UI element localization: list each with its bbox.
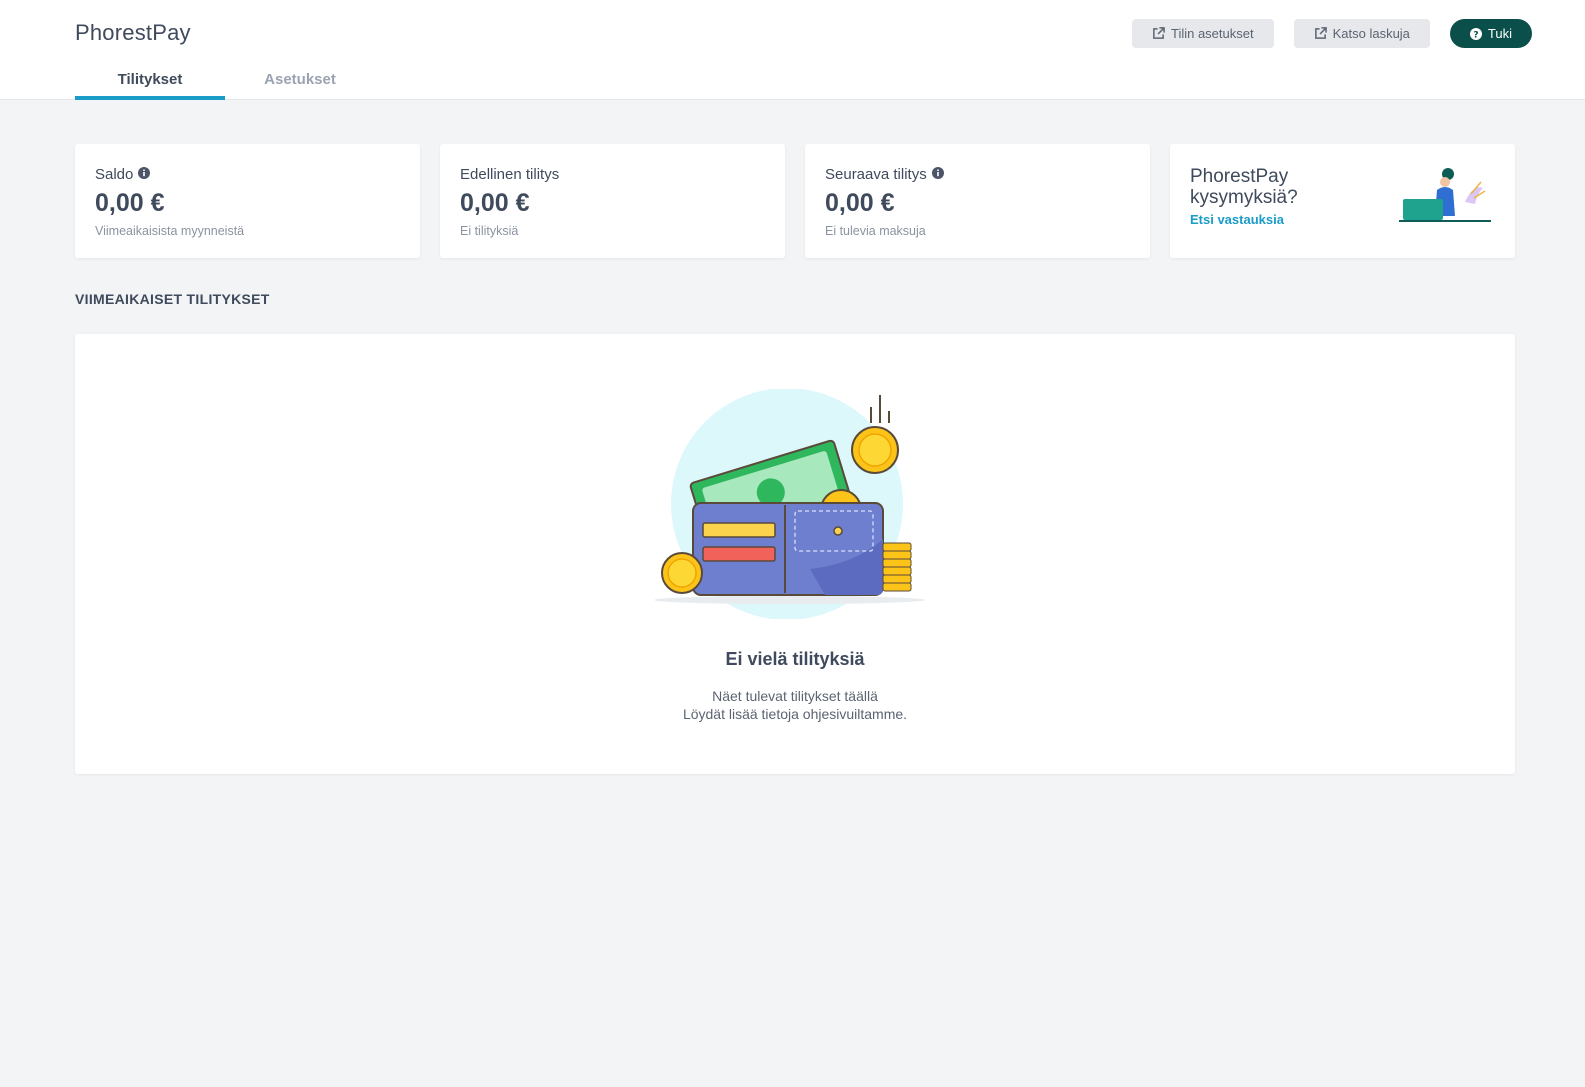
tab-bar: Tilitykset Asetukset bbox=[75, 66, 375, 100]
account-settings-label: Tilin asetukset bbox=[1170, 26, 1254, 41]
info-icon[interactable] bbox=[931, 166, 944, 183]
previous-payout-amount: 0,00 € bbox=[460, 189, 530, 217]
svg-text:?: ? bbox=[1473, 30, 1478, 40]
help-title: PhorestPay kysymyksiä? bbox=[1190, 166, 1298, 208]
tab-asetukset[interactable]: Asetukset bbox=[225, 66, 375, 100]
view-invoices-label: Katso laskuja bbox=[1332, 26, 1410, 41]
previous-payout-label: Edellinen tilitys bbox=[460, 166, 560, 183]
empty-state-line-2: Löydät lisää tietoja ohjesivuiltamme. bbox=[682, 706, 908, 722]
support-button[interactable]: ? Tuki bbox=[1449, 19, 1532, 48]
section-title: VIIMEAIKAISET TILITYKSET bbox=[75, 291, 270, 307]
next-payout-card: Seuraava tilitys 0,00 € Ei tulevia maksu… bbox=[805, 144, 1150, 258]
next-payout-label: Seuraava tilitys bbox=[825, 166, 927, 183]
tab-tilitykset[interactable]: Tilitykset bbox=[75, 66, 225, 100]
previous-payout-sub: Ei tilityksiä bbox=[460, 224, 519, 238]
external-link-icon bbox=[1152, 27, 1165, 40]
header-actions: Tilin asetukset Katso laskuja ? Tuki bbox=[1131, 19, 1532, 48]
balance-sub: Viimeaikaisista myynneistä bbox=[95, 224, 245, 238]
summary-cards: Saldo 0,00 € Viimeaikaisista myynneistä … bbox=[75, 144, 1515, 258]
next-payout-label-row: Seuraava tilitys bbox=[825, 166, 1130, 183]
empty-state-line-1: Näet tulevat tilitykset täällä bbox=[712, 688, 878, 704]
previous-payout-label-row: Edellinen tilitys bbox=[460, 166, 765, 183]
account-settings-button[interactable]: Tilin asetukset bbox=[1131, 19, 1274, 48]
top-bar: PhorestPay Tilitykset Asetukset Tilin as… bbox=[0, 0, 1585, 100]
external-link-icon bbox=[1314, 27, 1327, 40]
info-icon[interactable] bbox=[138, 166, 151, 183]
next-payout-amount: 0,00 € bbox=[825, 189, 895, 217]
app-title: PhorestPay bbox=[75, 20, 191, 45]
wallet-illustration bbox=[653, 388, 935, 624]
previous-payout-card: Edellinen tilitys 0,00 € Ei tilityksiä bbox=[440, 144, 785, 258]
balance-label-row: Saldo bbox=[95, 166, 400, 183]
view-invoices-button[interactable]: Katso laskuja bbox=[1293, 19, 1430, 48]
support-label: Tuki bbox=[1487, 26, 1512, 41]
question-circle-icon: ? bbox=[1469, 27, 1482, 40]
recent-payouts-panel: Ei vielä tilityksiä Näet tulevat tilityk… bbox=[75, 334, 1515, 774]
balance-card: Saldo 0,00 € Viimeaikaisista myynneistä bbox=[75, 144, 420, 258]
next-payout-sub: Ei tulevia maksuja bbox=[825, 224, 926, 238]
balance-label: Saldo bbox=[95, 166, 134, 183]
help-card: PhorestPay kysymyksiä? Etsi vastauksia bbox=[1170, 144, 1515, 258]
help-illustration bbox=[1395, 164, 1495, 231]
empty-state-title: Ei vielä tilityksiä bbox=[725, 649, 865, 669]
balance-amount: 0,00 € bbox=[95, 189, 165, 217]
